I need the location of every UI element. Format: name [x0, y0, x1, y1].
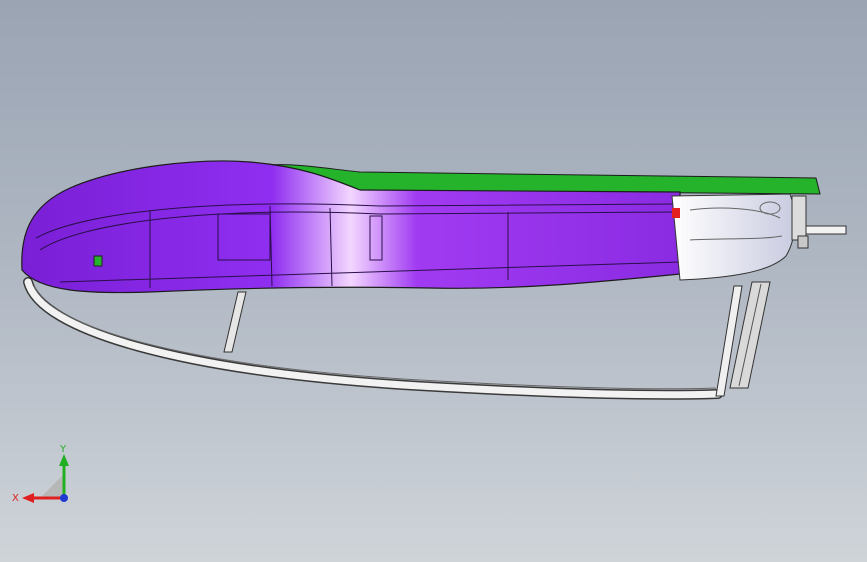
- cad-viewport[interactable]: Y X: [0, 0, 867, 562]
- z-axis-dot: [60, 494, 68, 502]
- strut: [223, 291, 247, 353]
- y-axis-label: Y: [59, 444, 67, 455]
- x-arrow-icon: [22, 493, 34, 503]
- left-clip: [93, 255, 103, 267]
- red-marker: [672, 208, 680, 218]
- right-bracket: [791, 195, 847, 249]
- cad-model[interactable]: [0, 0, 867, 562]
- axis-triad: Y X: [10, 440, 80, 510]
- right-rail: [715, 281, 771, 397]
- bottom-rail: [23, 277, 723, 400]
- x-axis-label: X: [12, 493, 19, 504]
- triad-plane: [40, 474, 64, 498]
- y-arrow-icon: [59, 454, 69, 466]
